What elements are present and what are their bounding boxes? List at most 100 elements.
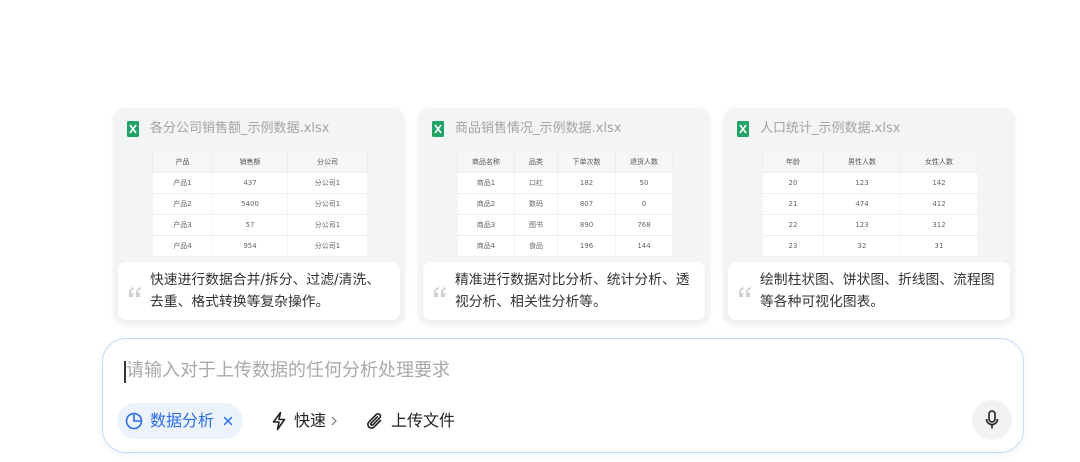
table-header-row: 年龄 男性人数 女性人数 xyxy=(762,150,978,173)
table-cell: 123 xyxy=(823,172,901,194)
table-cell: 50 xyxy=(615,172,673,194)
table-cell: 产品2 xyxy=(152,193,213,215)
table-cell: 412 xyxy=(900,193,978,215)
table-cell: 商品4 xyxy=(457,235,515,257)
table-cell: 123 xyxy=(823,214,901,236)
pie-chart-icon xyxy=(125,412,143,430)
description-box: 绘制柱状图、饼状图、折线图、流程图 等各种可视化图表。 xyxy=(728,262,1010,320)
description-text: 精准进行数据对比分析、统计分析、透 视分析、相关性分析等。 xyxy=(455,269,690,313)
chevron-right-icon xyxy=(331,416,337,426)
table-header-cell: 下单次数 xyxy=(557,150,616,173)
table-header-cell: 品类 xyxy=(514,150,558,173)
quote-icon xyxy=(738,286,752,298)
file-name: 人口统计_示例数据.xlsx xyxy=(760,121,901,136)
table-header-cell: 女性人数 xyxy=(900,150,978,173)
quote-icon xyxy=(433,286,447,298)
table-header-row: 产品 销售额 分公司 xyxy=(152,150,368,173)
data-preview-table: 年龄 男性人数 女性人数 20 123 142 21 474 412 22 12… xyxy=(762,150,978,257)
table-header-row: 商品名称 品类 下单次数 退货人数 xyxy=(457,150,673,173)
description-line: 等各种可视化图表。 xyxy=(760,294,885,310)
table-cell: 807 xyxy=(557,193,616,215)
table-header-cell: 商品名称 xyxy=(457,150,515,173)
table-row: 21 474 412 xyxy=(762,193,978,215)
example-card-product-sales[interactable]: 商品销售情况_示例数据.xlsx 商品名称 品类 下单次数 退货人数 商品1 口… xyxy=(418,108,710,325)
table-row: 商品4 食品 196 144 xyxy=(457,235,673,257)
prompt-composer: 数据分析 快速 上传文件 xyxy=(102,338,1024,453)
table-row: 产品4 954 分公司1 xyxy=(152,235,368,257)
table-cell: 商品2 xyxy=(457,193,515,215)
table-cell: 57 xyxy=(212,214,288,236)
table-row: 产品2 5400 分公司1 xyxy=(152,193,368,215)
example-card-population[interactable]: 人口统计_示例数据.xlsx 年龄 男性人数 女性人数 20 123 142 2… xyxy=(723,108,1015,325)
mode-chip-label: 数据分析 xyxy=(150,411,215,430)
table-cell: 196 xyxy=(557,235,616,257)
table-row: 23 32 31 xyxy=(762,235,978,257)
table-header-cell: 退货人数 xyxy=(615,150,673,173)
table-row: 商品2 数码 807 0 xyxy=(457,193,673,215)
file-name: 商品销售情况_示例数据.xlsx xyxy=(455,121,622,136)
table-cell: 32 xyxy=(823,235,901,257)
table-cell: 142 xyxy=(900,172,978,194)
table-header-cell: 销售额 xyxy=(212,150,288,173)
description-line: 视分析、相关性分析等。 xyxy=(455,294,607,310)
paperclip-icon xyxy=(366,411,384,431)
table-cell: 分公司1 xyxy=(287,214,368,236)
quote-icon xyxy=(128,286,142,298)
table-header-cell: 年龄 xyxy=(762,150,824,173)
table-cell: 分公司1 xyxy=(287,172,368,194)
table-cell: 0 xyxy=(615,193,673,215)
table-cell: 5400 xyxy=(212,193,288,215)
table-cell: 食品 xyxy=(514,235,558,257)
speed-mode-button[interactable]: 快速 xyxy=(267,403,345,439)
table-cell: 22 xyxy=(762,214,824,236)
table-cell: 312 xyxy=(900,214,978,236)
upload-file-label: 上传文件 xyxy=(391,411,456,430)
example-card-sales-by-branch[interactable]: 各分公司销售额_示例数据.xlsx 产品 销售额 分公司 产品1 437 分公司… xyxy=(113,108,405,325)
table-cell: 21 xyxy=(762,193,824,215)
table-cell: 890 xyxy=(557,214,616,236)
table-cell: 分公司1 xyxy=(287,193,368,215)
description-line: 绘制柱状图、饼状图、折线图、流程图 xyxy=(760,272,995,288)
prompt-input[interactable] xyxy=(126,358,966,386)
table-row: 产品1 437 分公司1 xyxy=(152,172,368,194)
table-header-cell: 产品 xyxy=(152,150,213,173)
data-analysis-mode-chip[interactable]: 数据分析 xyxy=(117,403,243,439)
table-cell: 分公司1 xyxy=(287,235,368,257)
excel-file-icon xyxy=(432,121,444,137)
table-header-cell: 男性人数 xyxy=(823,150,901,173)
table-row: 商品3 图书 890 768 xyxy=(457,214,673,236)
table-cell: 商品3 xyxy=(457,214,515,236)
data-preview-table: 产品 销售额 分公司 产品1 437 分公司1 产品2 5400 分公司1 产品… xyxy=(152,150,368,257)
table-cell: 768 xyxy=(615,214,673,236)
table-cell: 产品4 xyxy=(152,235,213,257)
lightning-icon xyxy=(271,411,287,431)
file-name: 各分公司销售额_示例数据.xlsx xyxy=(150,121,330,136)
table-cell: 口红 xyxy=(514,172,558,194)
table-cell: 437 xyxy=(212,172,288,194)
description-text: 绘制柱状图、饼状图、折线图、流程图 等各种可视化图表。 xyxy=(760,269,995,313)
voice-input-button[interactable] xyxy=(972,400,1012,440)
table-cell: 23 xyxy=(762,235,824,257)
table-cell: 数码 xyxy=(514,193,558,215)
table-header-cell: 分公司 xyxy=(287,150,368,173)
table-cell: 20 xyxy=(762,172,824,194)
table-cell: 144 xyxy=(615,235,673,257)
table-cell: 产品3 xyxy=(152,214,213,236)
close-icon[interactable] xyxy=(223,416,233,426)
table-cell: 图书 xyxy=(514,214,558,236)
upload-file-button[interactable]: 上传文件 xyxy=(363,403,463,439)
description-line: 去重、格式转换等复杂操作。 xyxy=(150,294,330,310)
table-row: 20 123 142 xyxy=(762,172,978,194)
table-row: 22 123 312 xyxy=(762,214,978,236)
table-cell: 31 xyxy=(900,235,978,257)
data-preview-table: 商品名称 品类 下单次数 退货人数 商品1 口红 182 50 商品2 数码 8… xyxy=(457,150,673,257)
description-text: 快速进行数据合并/拆分、过滤/清洗、 去重、格式转换等复杂操作。 xyxy=(150,269,380,313)
table-cell: 954 xyxy=(212,235,288,257)
description-box: 快速进行数据合并/拆分、过滤/清洗、 去重、格式转换等复杂操作。 xyxy=(118,262,400,320)
description-line: 快速进行数据合并/拆分、过滤/清洗、 xyxy=(150,272,381,288)
table-row: 产品3 57 分公司1 xyxy=(152,214,368,236)
excel-file-icon xyxy=(127,121,139,137)
table-cell: 474 xyxy=(823,193,901,215)
table-cell: 182 xyxy=(557,172,616,194)
excel-file-icon xyxy=(737,121,749,137)
